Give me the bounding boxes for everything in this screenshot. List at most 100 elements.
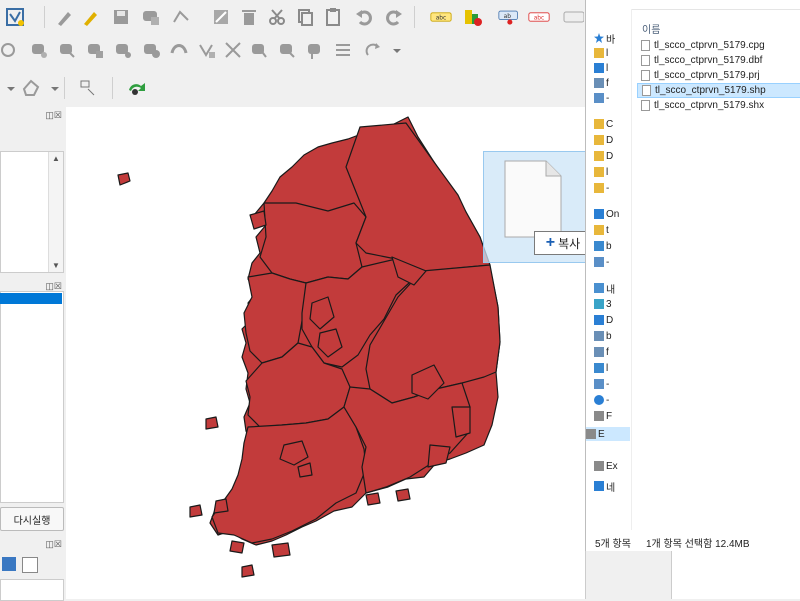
reshape-icon[interactable]: [168, 39, 190, 61]
nav-item[interactable]: -: [594, 255, 609, 269]
simplify-feature-icon[interactable]: [56, 39, 78, 61]
nav-item[interactable]: l: [594, 46, 608, 60]
offset-point-icon[interactable]: [362, 39, 384, 61]
nav-item[interactable]: t: [594, 223, 609, 237]
fill-ring-icon[interactable]: [140, 39, 162, 61]
advanced-digitize-icon[interactable]: [0, 39, 22, 61]
copy-features-icon[interactable]: [294, 6, 316, 28]
nav-item[interactable]: F: [594, 409, 612, 423]
nav-item-label: -: [606, 92, 610, 104]
file-row[interactable]: tl_scco_ctprvn_5179.dbf: [637, 53, 800, 68]
nav-item[interactable]: -: [594, 181, 609, 195]
edit-pencil-icon[interactable]: [54, 6, 76, 28]
layers-panel[interactable]: [0, 291, 64, 503]
nav-item[interactable]: f: [594, 76, 609, 90]
nav-item[interactable]: Ex: [594, 459, 618, 473]
save-edits-icon[interactable]: [110, 6, 132, 28]
merge-attributes-icon[interactable]: [304, 39, 326, 61]
split-parts-icon[interactable]: [248, 39, 270, 61]
file-row[interactable]: tl_scco_ctprvn_5179.shx: [637, 98, 800, 113]
paste-features-icon[interactable]: [322, 6, 344, 28]
file-row[interactable]: tl_scco_ctprvn_5179.shp: [637, 83, 800, 98]
nav-item[interactable]: 네: [594, 479, 615, 494]
diagram-icon[interactable]: [462, 6, 484, 28]
vertex-tool-icon[interactable]: [170, 6, 192, 28]
delete-selected-icon[interactable]: [238, 6, 260, 28]
nav-item-label: b: [606, 330, 612, 342]
nav-item[interactable]: D: [594, 149, 613, 163]
nav-item[interactable]: b: [594, 329, 612, 343]
nav-item[interactable]: D: [594, 133, 613, 147]
label-show-hide-icon[interactable]: abc: [528, 6, 554, 28]
nav-item[interactable]: -: [594, 393, 609, 407]
chevron-down-icon[interactable]: [0, 77, 15, 99]
jeonnam-polygon[interactable]: [211, 406, 367, 544]
add-ring-icon[interactable]: [84, 39, 106, 61]
nav-item[interactable]: 3: [594, 297, 612, 311]
nav-item[interactable]: -: [594, 91, 609, 105]
gyeonggi-polygon[interactable]: [259, 202, 367, 284]
label-pin-icon[interactable]: ab: [498, 6, 524, 28]
nav-item[interactable]: 바: [594, 31, 615, 46]
busan-polygon[interactable]: [427, 444, 451, 468]
layer-remove-icon[interactable]: [22, 557, 38, 573]
download-icon: [594, 63, 604, 73]
rotate-symbols-icon[interactable]: [332, 39, 354, 61]
province-polygons[interactable]: [117, 116, 501, 578]
incheon-polygon[interactable]: [249, 210, 267, 230]
nav-item[interactable]: C: [594, 117, 613, 131]
rerun-button[interactable]: 다시실행: [0, 507, 64, 531]
browser-panel[interactable]: ▲ ▼: [0, 151, 64, 273]
file-row[interactable]: tl_scco_ctprvn_5179.cpg: [637, 38, 800, 53]
add-part-icon[interactable]: [112, 39, 134, 61]
nav-item-label: l: [606, 166, 609, 178]
nav-item-label: b: [606, 240, 612, 252]
modify-attributes-icon[interactable]: [210, 6, 232, 28]
qgis-toolbar-row-3: [0, 69, 585, 108]
column-header-name[interactable]: 이름: [642, 21, 660, 36]
layer-up-icon[interactable]: [2, 557, 16, 571]
nav-item[interactable]: l: [594, 61, 608, 75]
label-abc-icon[interactable]: abc: [430, 6, 456, 28]
label-more-icon[interactable]: [562, 6, 585, 28]
digitize-vertex-icon[interactable]: [4, 6, 26, 28]
undo-icon[interactable]: [354, 6, 376, 28]
offset-curve-icon[interactable]: [196, 39, 218, 61]
gangwon-polygon[interactable]: [345, 122, 491, 272]
toggle-edit-icon[interactable]: [80, 6, 102, 28]
plugin-run-icon[interactable]: [126, 77, 148, 99]
nav-item[interactable]: f: [594, 345, 609, 359]
scrollbar[interactable]: ▲ ▼: [48, 152, 63, 272]
nav-item[interactable]: On: [594, 207, 619, 221]
navigation-pane[interactable]: 바 l l f - C D Dl - On t b - 내 3 Db f l - - F E Ex 네: [586, 9, 632, 530]
file-name: tl_scco_ctprvn_5179.dbf: [654, 55, 763, 66]
nav-item[interactable]: E: [586, 427, 630, 441]
split-features-icon[interactable]: [222, 39, 244, 61]
redo-icon[interactable]: [382, 6, 404, 28]
nav-item[interactable]: D: [594, 313, 613, 327]
rotate-feature-icon[interactable]: [28, 39, 50, 61]
nav-item[interactable]: -: [594, 377, 609, 391]
drive-icon: [594, 411, 604, 421]
panel-float-close-icon[interactable]: ◫☒: [45, 110, 62, 121]
add-feature-icon[interactable]: [140, 6, 162, 28]
nav-item[interactable]: l: [594, 165, 608, 179]
gyeongnam-polygon[interactable]: [343, 382, 471, 494]
nav-item-label: -: [606, 256, 610, 268]
nav-item[interactable]: 내: [594, 281, 615, 296]
document-icon: [594, 331, 604, 341]
chevron-down-icon[interactable]: [386, 39, 401, 61]
cut-features-icon[interactable]: [266, 6, 288, 28]
nav-item[interactable]: b: [594, 239, 612, 253]
selected-layer-row[interactable]: [0, 293, 62, 304]
file-name: tl_scco_ctprvn_5179.cpg: [654, 40, 765, 51]
chevron-down-icon[interactable]: [44, 77, 59, 99]
measure-line-icon[interactable]: [78, 77, 100, 99]
merge-features-icon[interactable]: [276, 39, 298, 61]
shape-digitize-icon[interactable]: [20, 77, 42, 99]
file-row[interactable]: tl_scco_ctprvn_5179.prj: [637, 68, 800, 83]
file-list[interactable]: 이름 tl_scco_ctprvn_5179.cpg tl_scco_ctprvn…: [632, 9, 800, 530]
panel-float-close-icon[interactable]: ◫☒: [45, 539, 62, 550]
nav-item[interactable]: l: [594, 361, 608, 375]
island-6: [205, 416, 219, 430]
